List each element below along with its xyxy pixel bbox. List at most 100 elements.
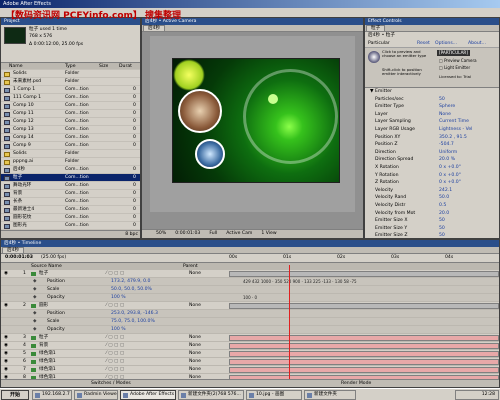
taskbar-button[interactable]: Adobe After Effects xyxy=(120,390,176,400)
project-row[interactable]: 圆形花纹 Com...tion 0 xyxy=(1,214,140,222)
project-row[interactable]: 长条 Com...tion 0 xyxy=(1,198,140,206)
keyframe-nav-icon[interactable]: ◆ xyxy=(33,318,37,326)
property-value[interactable]: 253.0, 293.8, -146.3 xyxy=(111,310,158,318)
options-link[interactable]: Options... xyxy=(435,40,457,48)
timeline-layer-row[interactable]: ◉ 6 绿色渐1 ⁄ ▢ ▢ ▢ None xyxy=(1,358,499,366)
visibility-eye-icon[interactable]: ◉ xyxy=(4,350,8,358)
effect-parameter-row[interactable]: Direction Uniform xyxy=(365,149,499,157)
property-value[interactable]: 50.0, 50.0, 50.0% xyxy=(111,286,152,294)
parameter-value[interactable]: 20.0 % xyxy=(439,156,455,164)
col-source-name[interactable]: Source Name xyxy=(31,263,62,270)
timeline-layer-row[interactable]: ◉ 2 圆形 ⁄ ▢ ▢ ▢ None xyxy=(1,302,499,310)
timeline-property-row[interactable]: ◆ Opacity 100 % xyxy=(1,326,499,334)
switches-icon[interactable]: ⁄ ▢ ▢ ▢ xyxy=(106,302,124,310)
parent-select[interactable]: None xyxy=(189,270,201,278)
project-row[interactable]: Solids Folder xyxy=(1,150,140,158)
start-button[interactable]: 开始 xyxy=(1,390,29,400)
effect-parameter-row[interactable]: Layer RGB Usage Lightness - Vel xyxy=(365,126,499,134)
visibility-eye-icon[interactable]: ◉ xyxy=(4,334,8,342)
effect-parameter-row[interactable]: Position XY 350.2 , 91.5 xyxy=(365,134,499,142)
parameter-value[interactable]: 50 xyxy=(439,232,445,238)
parameter-value[interactable]: 0.5 xyxy=(439,202,446,210)
project-row[interactable]: Comp 14 Com...tion 0 xyxy=(1,134,140,142)
parameter-value[interactable]: 50 xyxy=(439,96,445,104)
project-row[interactable]: 111 Comp 1 Com...tion 0 xyxy=(1,94,140,102)
camera-select[interactable]: Active Cam xyxy=(226,230,252,238)
timeline-property-row[interactable]: ◆ Position 173.2, 479.9, 0.0 429 432 1000 ·… xyxy=(1,278,499,286)
effect-parameter-row[interactable]: Z Rotation 0 x +0.0° xyxy=(365,179,499,187)
timeline-property-row[interactable]: ◆ Scale 50.0, 50.0, 50.0% xyxy=(1,286,499,294)
effect-parameter-row[interactable]: ▼ Emitter xyxy=(365,88,499,96)
project-row[interactable]: 舞动光环 Com...tion 0 xyxy=(1,182,140,190)
project-row[interactable]: Comp 13 Com...tion 0 xyxy=(1,126,140,134)
switches-icon[interactable]: ⁄ ▢ ▢ ▢ xyxy=(106,342,124,350)
effect-parameter-row[interactable]: X Rotation 0 x +0.0° xyxy=(365,164,499,172)
switches-icon[interactable]: ⁄ ▢ ▢ ▢ xyxy=(106,358,124,366)
parameter-value[interactable]: Uniform xyxy=(439,149,457,157)
tab-comp[interactable]: 后4秒 xyxy=(143,25,166,31)
property-value[interactable]: 100 % xyxy=(111,294,126,302)
timeline-property-row[interactable]: ◆ Position 253.0, 293.8, -146.3 xyxy=(1,310,499,318)
about-link[interactable]: About... xyxy=(468,40,486,48)
parameter-value[interactable]: Sphere xyxy=(439,103,455,111)
effect-parameter-row[interactable]: Emitter Size X 50 xyxy=(365,217,499,225)
layer-duration-bar[interactable] xyxy=(229,343,499,349)
reset-link[interactable]: Reset xyxy=(417,40,430,48)
taskbar-button[interactable]: 新建文件夹(2)768 576... xyxy=(178,390,244,400)
parameter-value[interactable]: -504.7 xyxy=(439,141,454,149)
layer-duration-bar[interactable] xyxy=(229,271,499,277)
effect-parameter-row[interactable]: Velocity 242.1 xyxy=(365,187,499,195)
col-duration[interactable]: Durat xyxy=(119,63,132,69)
comp-frame[interactable] xyxy=(172,58,340,183)
layer-duration-bar[interactable] xyxy=(229,303,499,309)
comp-canvas-area[interactable] xyxy=(150,36,355,212)
taskbar-button[interactable]: Radmin Viewer xyxy=(74,390,118,400)
project-row[interactable]: 背景 Com...tion 0 xyxy=(1,190,140,198)
keyframe-nav-icon[interactable]: ◆ xyxy=(33,294,37,302)
visibility-eye-icon[interactable]: ◉ xyxy=(4,302,8,310)
effect-parameter-row[interactable]: Y Rotation 0 x +0.0° xyxy=(365,172,499,180)
project-row[interactable]: 最新进士4 Com...tion 0 xyxy=(1,206,140,214)
effect-parameter-row[interactable]: Emitter Size Y 50 xyxy=(365,225,499,233)
project-row[interactable]: 1 Comp 1 Com...tion 0 xyxy=(1,86,140,94)
project-row[interactable]: Comp 11 Com...tion 0 xyxy=(1,110,140,118)
parameter-value[interactable]: 50 xyxy=(439,217,445,225)
switches-modes-toggle[interactable]: Switches / Modes xyxy=(91,380,131,387)
parameter-value[interactable]: 0 x +0.0° xyxy=(439,164,461,172)
project-row[interactable]: Solids Folder xyxy=(1,70,140,78)
checkbox-icon[interactable]: □ xyxy=(439,58,443,63)
project-row[interactable]: Comp 12 Com...tion 0 xyxy=(1,118,140,126)
parameter-value[interactable]: 50.0 xyxy=(439,194,449,202)
keyframe-nav-icon[interactable]: ◆ xyxy=(33,286,37,294)
current-timecode[interactable]: 0:00:01:03 xyxy=(5,255,33,260)
keyframe-nav-icon[interactable]: ◆ xyxy=(33,310,37,318)
effect-parameter-row[interactable]: Emitter Size Z 50 xyxy=(365,232,499,238)
taskbar-button[interactable]: 192.168.2.7 xyxy=(32,390,72,400)
timeline-property-row[interactable]: ◆ Scale 75.0, 75.0, 100.0% xyxy=(1,318,499,326)
checkbox-icon[interactable]: □ xyxy=(439,65,443,70)
parent-select[interactable]: None xyxy=(189,334,201,342)
switches-icon[interactable]: ⁄ ▢ ▢ ▢ xyxy=(106,334,124,342)
bpc-label[interactable]: 8 bpc xyxy=(125,232,138,237)
tab-effect-layer[interactable]: 粒子 xyxy=(366,25,386,31)
taskbar-button[interactable]: 10.jpg - 画图 xyxy=(246,390,302,400)
layer-duration-bar[interactable] xyxy=(229,367,499,373)
parameter-value[interactable]: 242.1 xyxy=(439,187,452,195)
parameter-value[interactable]: 0 x +0.0° xyxy=(439,172,461,180)
parent-select[interactable]: None xyxy=(189,302,201,310)
visibility-eye-icon[interactable]: ◉ xyxy=(4,270,8,278)
effect-name[interactable]: Particular xyxy=(368,40,390,48)
project-row[interactable]: 粒子 Com...tion 0 xyxy=(1,174,140,182)
effect-parameter-row[interactable]: Velocity from Mot 20.0 xyxy=(365,210,499,218)
timeline-layer-row[interactable]: ◉ 1 粒子 ⁄ ▢ ▢ ▢ None xyxy=(1,270,499,278)
parent-select[interactable]: None xyxy=(189,366,201,374)
layer-duration-bar[interactable] xyxy=(229,359,499,365)
comp-timecode[interactable]: 0:00:01:03 xyxy=(175,230,200,238)
time-ruler[interactable]: 00s01s02s03s04s05s xyxy=(229,254,499,263)
effect-parameter-row[interactable]: Direction Spread 20.0 % xyxy=(365,156,499,164)
timeline-layer-row[interactable]: ◉ 5 绿色渐1 ⁄ ▢ ▢ ▢ None xyxy=(1,350,499,358)
project-row[interactable]: Comp 9 Com...tion 0 xyxy=(1,142,140,150)
effect-parameter-row[interactable]: Velocity Distr 0.5 xyxy=(365,202,499,210)
project-row[interactable]: 后4秒 Com...tion 0 xyxy=(1,166,140,174)
resolution-select[interactable]: Full xyxy=(209,230,217,238)
